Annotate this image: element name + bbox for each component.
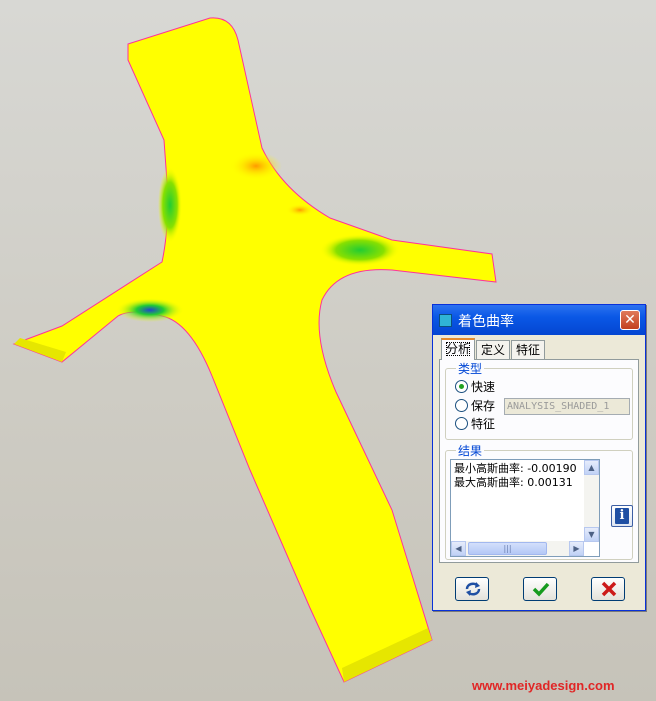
scroll-up-button[interactable]: ▲	[584, 460, 599, 475]
info-icon: i	[615, 508, 629, 524]
curvature-patch-orange-hole	[230, 152, 282, 180]
surface-body	[12, 17, 497, 683]
checkmark-icon	[532, 582, 550, 597]
tab-definition[interactable]: 定义	[476, 340, 511, 359]
radio-quick[interactable]: 快速	[455, 379, 495, 395]
scroll-left-button[interactable]: ◀	[451, 541, 466, 556]
horizontal-scrollbar[interactable]: ◀ ||| ▶	[451, 541, 584, 556]
result-group: 结果 最小高斯曲率: -0.00190 最大高斯曲率: 0.00131 ▲ ▼ …	[445, 442, 633, 560]
curvature-patch-green-left	[158, 167, 182, 243]
close-button[interactable]: ✕	[620, 310, 640, 330]
watermark-text: www.meiyadesign.com	[472, 678, 615, 693]
type-group-label: 类型	[456, 360, 485, 377]
dialog-title: 着色曲率	[458, 314, 514, 330]
ok-button[interactable]	[523, 577, 557, 601]
tab-analysis[interactable]: 分析	[441, 338, 476, 360]
curvature-patch-blue-left	[116, 298, 184, 322]
info-button[interactable]: i	[611, 505, 633, 527]
analysis-name-field: ANALYSIS_SHADED_1	[504, 398, 630, 415]
red-x-icon	[601, 581, 617, 597]
cancel-button[interactable]	[591, 577, 625, 601]
dialog-icon	[439, 314, 452, 327]
result-group-label: 结果	[456, 442, 485, 459]
close-x-icon: ✕	[624, 312, 636, 328]
radio-quick-button[interactable]	[455, 380, 468, 393]
curvature-patch-orange-small	[286, 204, 314, 216]
radio-feature-button[interactable]	[455, 417, 468, 430]
radio-save-button[interactable]	[455, 399, 468, 412]
type-group: 类型 快速 保存 ANALYSIS_SHADED_1 特征	[445, 360, 633, 440]
results-textbox[interactable]: 最小高斯曲率: -0.00190 最大高斯曲率: 0.00131 ▲ ▼ ◀ |…	[450, 459, 600, 557]
tab-panel-analysis: 类型 快速 保存 ANALYSIS_SHADED_1 特征 结果 最小高斯曲率:…	[439, 359, 639, 563]
curvature-patch-green-right	[320, 234, 400, 266]
scroll-right-button[interactable]: ▶	[569, 541, 584, 556]
max-gauss-curvature: 最大高斯曲率: 0.00131	[454, 476, 573, 489]
radio-save[interactable]: 保存	[455, 398, 495, 414]
tab-feature[interactable]: 特征	[511, 340, 546, 359]
scroll-down-button[interactable]: ▼	[584, 527, 599, 542]
recycle-arrows-icon	[465, 582, 481, 596]
vertical-scrollbar[interactable]: ▲ ▼	[584, 460, 599, 542]
dialog-titlebar[interactable]: 着色曲率 ✕	[433, 305, 645, 335]
regenerate-button[interactable]	[455, 577, 489, 601]
shaded-curvature-dialog: 着色曲率 ✕ 分析 定义 特征 类型 快速 保存 ANALYSIS_SHADED…	[432, 304, 646, 611]
horizontal-scroll-thumb[interactable]: |||	[468, 542, 547, 555]
radio-feature[interactable]: 特征	[455, 416, 495, 432]
min-gauss-curvature: 最小高斯曲率: -0.00190	[454, 462, 577, 475]
